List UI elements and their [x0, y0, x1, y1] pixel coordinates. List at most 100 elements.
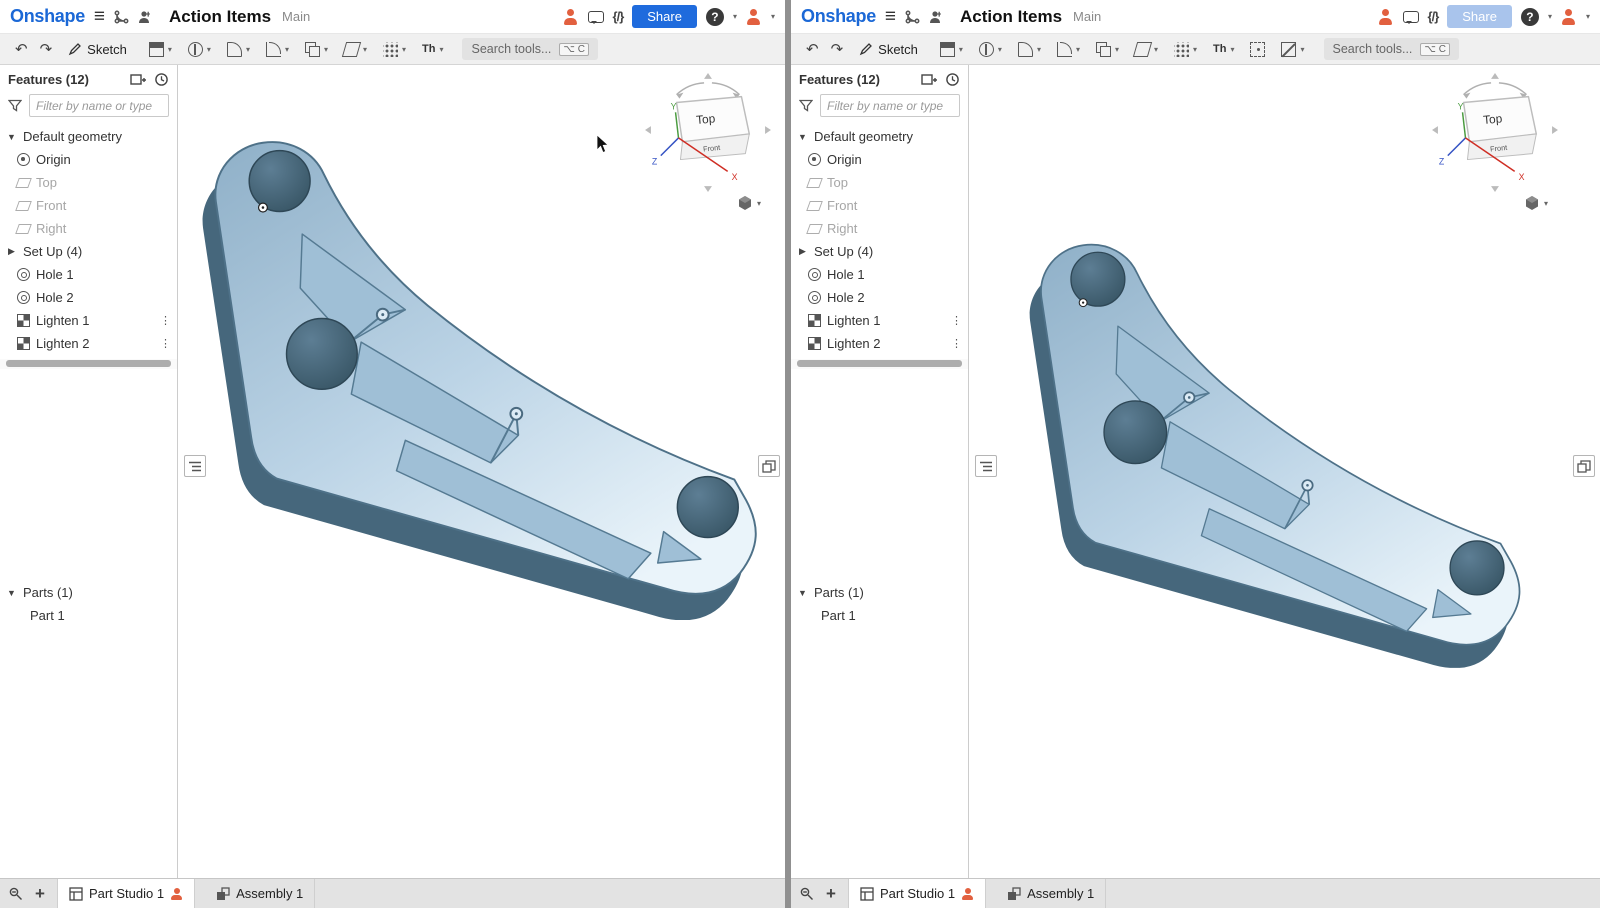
feature-item-top-plane[interactable]: Top [791, 171, 968, 194]
sweep-tool[interactable]: ▾ [220, 38, 257, 61]
revolve-tool[interactable]: ▾ [181, 38, 218, 61]
dropdown-caret-icon[interactable]: ▾ [402, 45, 406, 54]
feature-item-hole-1[interactable]: Hole 1 [791, 263, 968, 286]
feature-item-right-plane[interactable]: Right [791, 217, 968, 240]
insert-feature-icon[interactable] [921, 73, 937, 87]
features-panel-toggle[interactable] [184, 455, 206, 477]
add-tab-button[interactable]: + [33, 885, 47, 902]
share-button[interactable]: Share [632, 5, 697, 28]
feature-item-set-up[interactable]: ▶Set Up (4) [791, 240, 968, 263]
fillet-tool[interactable]: ▾ [1050, 38, 1087, 61]
redo-button[interactable]: ↷ [826, 38, 849, 60]
sketch-button[interactable]: Sketch [59, 38, 136, 61]
comments-icon[interactable] [1403, 11, 1419, 23]
dropdown-caret-icon[interactable]: ▾ [1230, 45, 1234, 54]
part-3d-model[interactable] [1024, 233, 1524, 668]
dropdown-caret-icon[interactable]: ▾ [324, 45, 328, 54]
feature-item-hole-2[interactable]: Hole 2 [0, 286, 177, 309]
tab-assembly[interactable]: Assembly 1 [996, 879, 1106, 908]
model-canvas[interactable]: ▾ [178, 65, 785, 878]
caret-down-icon[interactable]: ▼ [797, 588, 808, 598]
feature-item-hole-2[interactable]: Hole 2 [791, 286, 968, 309]
boolean-tool[interactable]: ▾ [298, 38, 335, 61]
revolve-tool[interactable]: ▾ [972, 38, 1009, 61]
dropdown-caret-icon[interactable]: ▾ [363, 45, 367, 54]
caret-down-icon[interactable]: ▼ [6, 588, 17, 598]
tab-manager-icon[interactable] [799, 886, 814, 901]
filter-funnel-icon[interactable] [799, 99, 813, 112]
dropdown-caret-icon[interactable]: ▾ [1115, 45, 1119, 54]
features-panel-toggle[interactable] [975, 455, 997, 477]
pattern-tool[interactable]: ▾ [1167, 38, 1204, 61]
view-cube[interactable] [1430, 73, 1560, 193]
feature-item-front-plane[interactable]: Front [0, 194, 177, 217]
dropdown-caret-icon[interactable]: ▾ [1544, 199, 1548, 208]
redo-button[interactable]: ↷ [35, 38, 58, 60]
account-avatar[interactable] [746, 9, 762, 25]
scroll-thumb[interactable] [797, 360, 962, 367]
collaborators-icon[interactable] [138, 10, 154, 24]
sweep-tool[interactable]: ▾ [1011, 38, 1048, 61]
model-canvas[interactable]: ▾ [969, 65, 1600, 878]
dropdown-caret-icon[interactable]: ▾ [757, 199, 761, 208]
collaborator-avatar[interactable] [1378, 9, 1394, 25]
account-caret-icon[interactable]: ▾ [771, 12, 775, 21]
feature-item-hole-1[interactable]: Hole 1 [0, 263, 177, 286]
part-3d-model[interactable] [196, 129, 761, 620]
right-panel-toggle[interactable] [758, 455, 780, 477]
feature-item-default-geometry[interactable]: ▼Default geometry [791, 125, 968, 148]
onshape-logo[interactable]: Onshape [10, 6, 85, 27]
feature-item-lighten-1[interactable]: Lighten 1⋮ [791, 309, 968, 332]
feature-item-set-up[interactable]: ▶Set Up (4) [0, 240, 177, 263]
account-caret-icon[interactable]: ▾ [1586, 12, 1590, 21]
mate-connector-tool[interactable] [1243, 38, 1272, 61]
caret-down-icon[interactable]: ▼ [797, 132, 808, 142]
caret-right-icon[interactable]: ▶ [6, 246, 17, 257]
collaborator-avatar[interactable] [563, 9, 579, 25]
feature-item-default-geometry[interactable]: ▼Default geometry [0, 125, 177, 148]
parts-section-header[interactable]: ▼Parts (1) [791, 581, 968, 604]
boolean-tool[interactable]: ▾ [1089, 38, 1126, 61]
features-hscrollbar[interactable] [0, 359, 177, 369]
dropdown-caret-icon[interactable]: ▾ [1300, 45, 1304, 54]
main-menu-icon[interactable]: ≡ [94, 7, 105, 26]
thickness-tool[interactable]: Th▾ [415, 39, 450, 59]
version-tree-icon[interactable] [905, 10, 920, 24]
feature-item-lighten-2[interactable]: Lighten 2⋮ [0, 332, 177, 355]
help-button[interactable]: ? [1521, 8, 1539, 26]
undo-button[interactable]: ↶ [10, 38, 33, 60]
part-item[interactable]: Part 1 [0, 604, 177, 627]
dropdown-caret-icon[interactable]: ▾ [959, 45, 963, 54]
dropdown-caret-icon[interactable]: ▾ [1154, 45, 1158, 54]
thickness-tool[interactable]: Th▾ [1206, 39, 1241, 59]
right-panel-toggle[interactable] [1573, 455, 1595, 477]
part-item[interactable]: Part 1 [791, 604, 968, 627]
workspace-name[interactable]: Main [282, 9, 310, 24]
dropdown-caret-icon[interactable]: ▾ [1076, 45, 1080, 54]
history-clock-icon[interactable] [154, 72, 169, 87]
draft-tool[interactable]: ▾ [1128, 38, 1165, 61]
feature-item-origin[interactable]: Origin [0, 148, 177, 171]
share-button[interactable]: Share [1447, 5, 1512, 28]
caret-right-icon[interactable]: ▶ [797, 246, 808, 257]
insert-feature-icon[interactable] [130, 73, 146, 87]
filter-input[interactable] [29, 94, 169, 117]
search-tools-button[interactable]: Search tools... ⌥ C [462, 38, 597, 60]
onshape-logo[interactable]: Onshape [801, 6, 876, 27]
feature-item-front-plane[interactable]: Front [791, 194, 968, 217]
extrude-tool[interactable]: ▾ [142, 38, 179, 61]
tab-part-studio[interactable]: Part Studio 1 [848, 879, 986, 908]
sketch-button[interactable]: Sketch [850, 38, 927, 61]
dropdown-caret-icon[interactable]: ▾ [1193, 45, 1197, 54]
feature-item-top-plane[interactable]: Top [0, 171, 177, 194]
view-cube[interactable] [643, 73, 773, 193]
suppress-dots-icon[interactable]: ⋮ [951, 314, 962, 327]
parts-section-header[interactable]: ▼Parts (1) [0, 581, 177, 604]
account-avatar[interactable] [1561, 9, 1577, 25]
dropdown-caret-icon[interactable]: ▾ [246, 45, 250, 54]
search-tools-button[interactable]: Search tools... ⌥ C [1324, 38, 1459, 60]
feature-item-lighten-1[interactable]: Lighten 1⋮ [0, 309, 177, 332]
dropdown-caret-icon[interactable]: ▾ [285, 45, 289, 54]
scroll-thumb[interactable] [6, 360, 171, 367]
history-clock-icon[interactable] [945, 72, 960, 87]
